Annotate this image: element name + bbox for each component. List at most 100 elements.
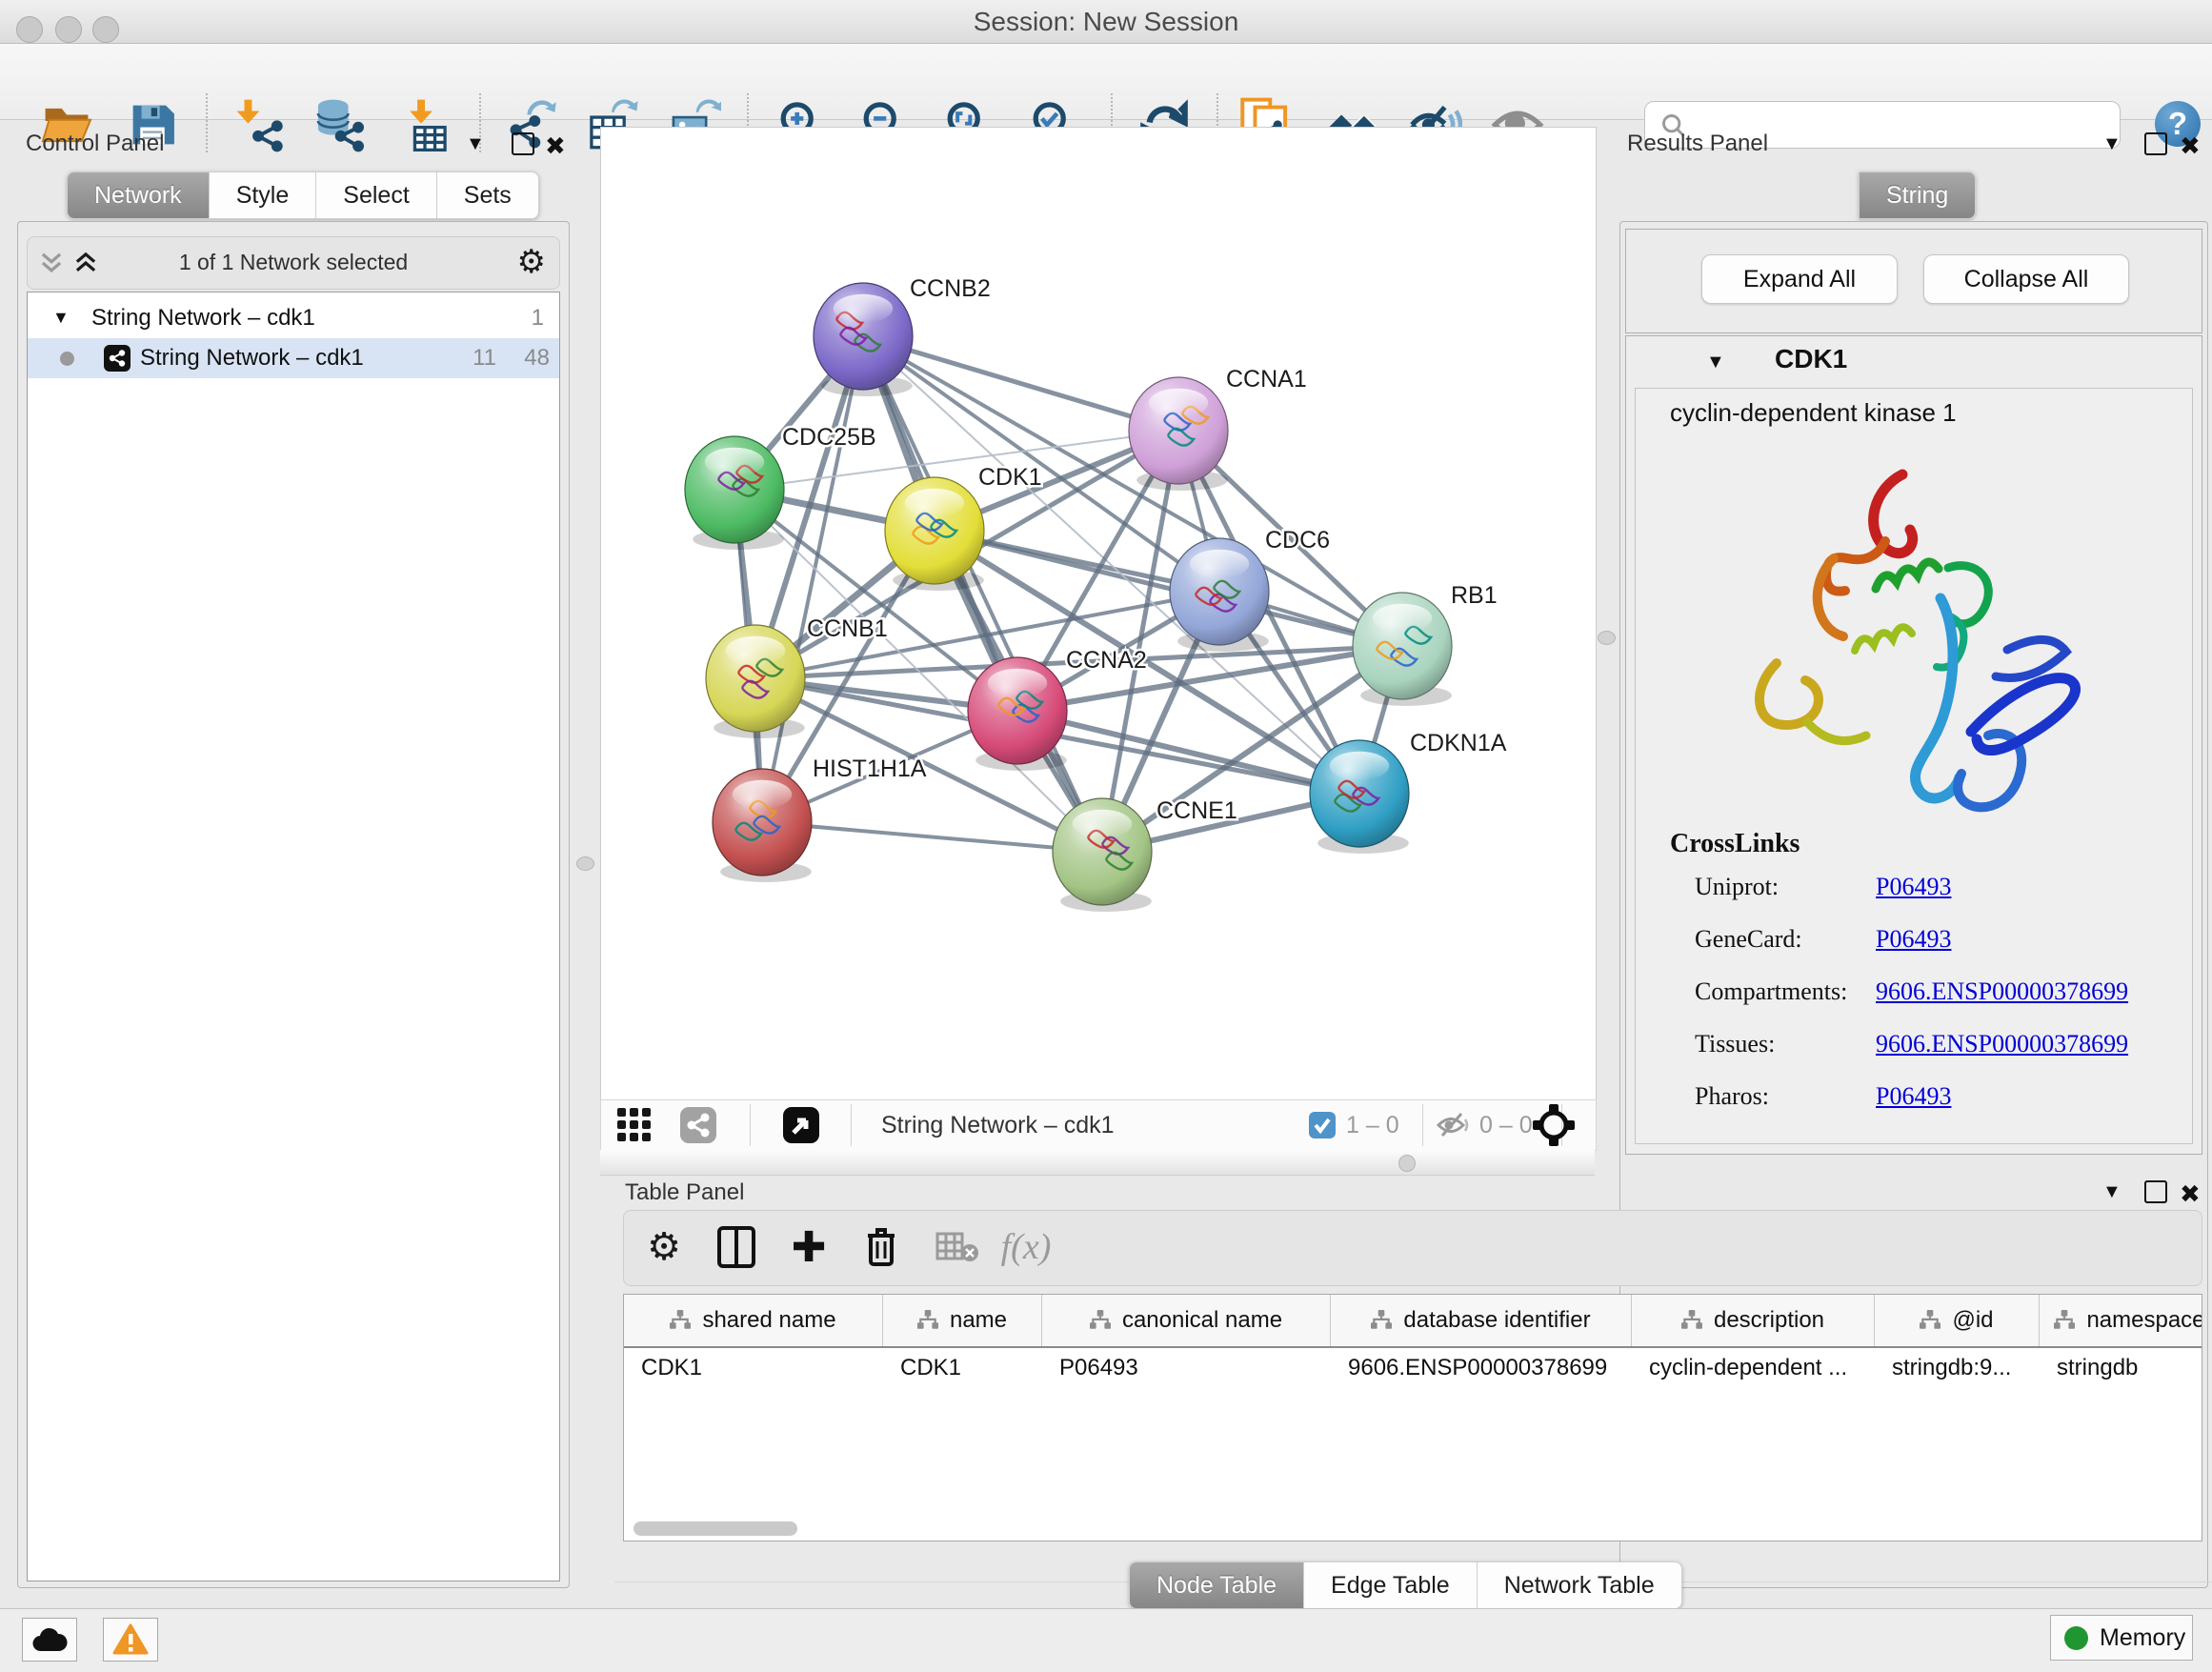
node-label: CCNB2 bbox=[910, 275, 991, 302]
table-cell[interactable]: stringdb bbox=[2040, 1348, 2202, 1388]
crosslink-link[interactable]: 9606.ENSP00000378699 bbox=[1876, 977, 2128, 1006]
cloud-tasks-button[interactable] bbox=[22, 1618, 77, 1662]
table-panel-close-icon[interactable]: ✖ bbox=[2180, 1179, 2201, 1209]
control-panel-collapse-icon[interactable]: ▼ bbox=[466, 133, 485, 155]
crosslink-link[interactable]: P06493 bbox=[1876, 925, 1951, 954]
node-count: 11 bbox=[458, 345, 496, 372]
results-buttons-panel: Expand All Collapse All bbox=[1625, 229, 2202, 333]
create-column-plus-icon[interactable]: ✚ bbox=[780, 1219, 837, 1276]
import-table-button[interactable] bbox=[393, 93, 456, 156]
protein-name: CDK1 bbox=[1775, 344, 1847, 374]
column-header-database-identifier[interactable]: database identifier bbox=[1331, 1295, 1632, 1346]
node-label: CDC25B bbox=[782, 424, 876, 451]
network-list-options-gear-icon[interactable]: ⚙ bbox=[517, 243, 546, 281]
tab-node-table[interactable]: Node Table bbox=[1129, 1561, 1304, 1609]
node-gloss bbox=[1073, 810, 1132, 838]
column-label: database identifier bbox=[1403, 1307, 1590, 1334]
column-header-description[interactable]: description bbox=[1632, 1295, 1875, 1346]
tab-sets[interactable]: Sets bbox=[437, 171, 539, 219]
network-tree: ▼ String Network – cdk1 1 String Network… bbox=[27, 292, 560, 1581]
protein-details: cyclin-dependent kinase 1 bbox=[1635, 388, 2193, 1144]
crosshair-icon[interactable] bbox=[1531, 1102, 1577, 1148]
table-toolbar: ⚙ ✚ f(x) bbox=[623, 1210, 2202, 1286]
window-title: Session: New Session bbox=[0, 7, 2212, 37]
table-cell[interactable]: CDK1 bbox=[883, 1348, 1042, 1388]
table-panel-collapse-icon[interactable]: ▼ bbox=[2102, 1181, 2122, 1203]
table-cell[interactable]: cyclin-dependent ... bbox=[1632, 1348, 1875, 1388]
control-panel-float-icon[interactable] bbox=[512, 132, 534, 155]
tab-network[interactable]: Network bbox=[67, 171, 210, 219]
tab-select[interactable]: Select bbox=[316, 171, 436, 219]
crosslink-link[interactable]: 9606.ENSP00000378699 bbox=[1876, 1030, 2128, 1058]
tree-expand-icon[interactable]: ▼ bbox=[52, 308, 70, 328]
table-cell[interactable]: 9606.ENSP00000378699 bbox=[1331, 1348, 1632, 1388]
import-network-icon bbox=[231, 97, 286, 152]
import-network-file-button[interactable] bbox=[227, 93, 290, 156]
birds-eye-view-icon[interactable] bbox=[782, 1106, 820, 1144]
tab-style[interactable]: Style bbox=[210, 171, 317, 219]
control-panel-close-icon[interactable]: ✖ bbox=[545, 131, 566, 161]
results-panel-close-icon[interactable]: ✖ bbox=[2180, 131, 2201, 161]
crosslink-row: Tissues:9606.ENSP00000378699 bbox=[1670, 1030, 2184, 1082]
left-splitter-handle[interactable] bbox=[576, 856, 594, 871]
function-builder-button[interactable]: f(x) bbox=[997, 1219, 1055, 1276]
protein-description: cyclin-dependent kinase 1 bbox=[1670, 398, 1957, 428]
network-collection-row[interactable]: ▼ String Network – cdk1 1 bbox=[28, 298, 559, 338]
collection-count: 1 bbox=[506, 305, 544, 332]
horizontal-splitter[interactable] bbox=[600, 1150, 1595, 1176]
column-header-name[interactable]: name bbox=[883, 1295, 1042, 1346]
column-header-shared-name[interactable]: shared name bbox=[624, 1295, 883, 1346]
toolbar-separator bbox=[750, 1104, 751, 1146]
scrollbar-thumb[interactable] bbox=[633, 1521, 797, 1536]
table-cell[interactable]: P06493 bbox=[1042, 1348, 1331, 1388]
expand-all-button[interactable]: Expand All bbox=[1701, 254, 1898, 304]
horizontal-scrollbar[interactable] bbox=[624, 1521, 2202, 1537]
tab-network-table[interactable]: Network Table bbox=[1478, 1561, 1682, 1609]
table-options-gear-icon[interactable]: ⚙ bbox=[635, 1219, 693, 1276]
delete-column-trash-icon[interactable] bbox=[853, 1219, 910, 1276]
crosslink-link[interactable]: P06493 bbox=[1876, 1082, 1951, 1111]
crosslinks-rows: Uniprot:P06493GeneCard:P06493Compartment… bbox=[1670, 873, 2184, 1135]
network-row-selected[interactable]: String Network – cdk1 11 48 bbox=[28, 338, 559, 378]
results-panel-tabs: String bbox=[1859, 171, 1976, 219]
column-type-icon bbox=[917, 1310, 938, 1331]
table-panel-title: Table Panel bbox=[625, 1179, 744, 1206]
right-splitter-handle[interactable] bbox=[1598, 631, 1616, 645]
main-toolbar: ? bbox=[0, 44, 2212, 120]
crosslinks-title: CrossLinks bbox=[1670, 829, 2184, 859]
warnings-button[interactable] bbox=[103, 1618, 158, 1662]
column-header--id[interactable]: @id bbox=[1875, 1295, 2040, 1346]
node-gloss bbox=[1330, 752, 1389, 780]
table-cell[interactable]: stringdb:9... bbox=[1875, 1348, 2040, 1388]
control-panel-tabs: NetworkStyleSelectSets bbox=[67, 171, 539, 219]
collapse-all-button[interactable]: Collapse All bbox=[1923, 254, 2129, 304]
tab-string[interactable]: String bbox=[1859, 171, 1976, 219]
grid-view-icon[interactable] bbox=[616, 1107, 653, 1143]
tab-edge-table[interactable]: Edge Table bbox=[1304, 1561, 1478, 1609]
hidden-nodes-edges-count: 0 – 0 bbox=[1479, 1112, 1533, 1139]
network-canvas[interactable]: CCNB2CCNA1CDC25BCDK1CDC6RB1CCNB1CCNA2CDK… bbox=[600, 127, 1597, 1100]
node-label: CCNB1 bbox=[807, 615, 888, 642]
delete-table-icon[interactable] bbox=[929, 1219, 986, 1276]
column-header-canonical-name[interactable]: canonical name bbox=[1042, 1295, 1331, 1346]
network-share-icon[interactable] bbox=[679, 1106, 717, 1144]
network-selection-status: 1 of 1 Network selected bbox=[28, 250, 559, 275]
node-label: RB1 bbox=[1451, 582, 1498, 609]
edge-count: 48 bbox=[508, 345, 550, 372]
crosslink-label: Compartments: bbox=[1695, 977, 1847, 1006]
table-cell[interactable]: CDK1 bbox=[624, 1348, 883, 1388]
table-row[interactable]: CDK1CDK1P064939606.ENSP00000378699cyclin… bbox=[624, 1348, 2202, 1388]
show-columns-icon[interactable] bbox=[708, 1219, 765, 1276]
selected-checkbox-icon bbox=[1308, 1111, 1337, 1139]
node-label: CCNA1 bbox=[1226, 366, 1307, 393]
protein-card-collapse-icon[interactable]: ▼ bbox=[1706, 352, 1725, 373]
network-edge[interactable] bbox=[935, 531, 1402, 646]
horizontal-splitter-handle[interactable] bbox=[1398, 1155, 1416, 1172]
results-panel-float-icon[interactable] bbox=[2144, 132, 2167, 155]
column-header-namespace[interactable]: namespace bbox=[2040, 1295, 2202, 1346]
table-panel-float-icon[interactable] bbox=[2144, 1180, 2167, 1203]
results-panel-collapse-icon[interactable]: ▼ bbox=[2102, 133, 2122, 155]
crosslink-link[interactable]: P06493 bbox=[1876, 873, 1951, 901]
import-network-database-button[interactable] bbox=[307, 93, 370, 156]
memory-button[interactable]: Memory bbox=[2050, 1615, 2193, 1661]
